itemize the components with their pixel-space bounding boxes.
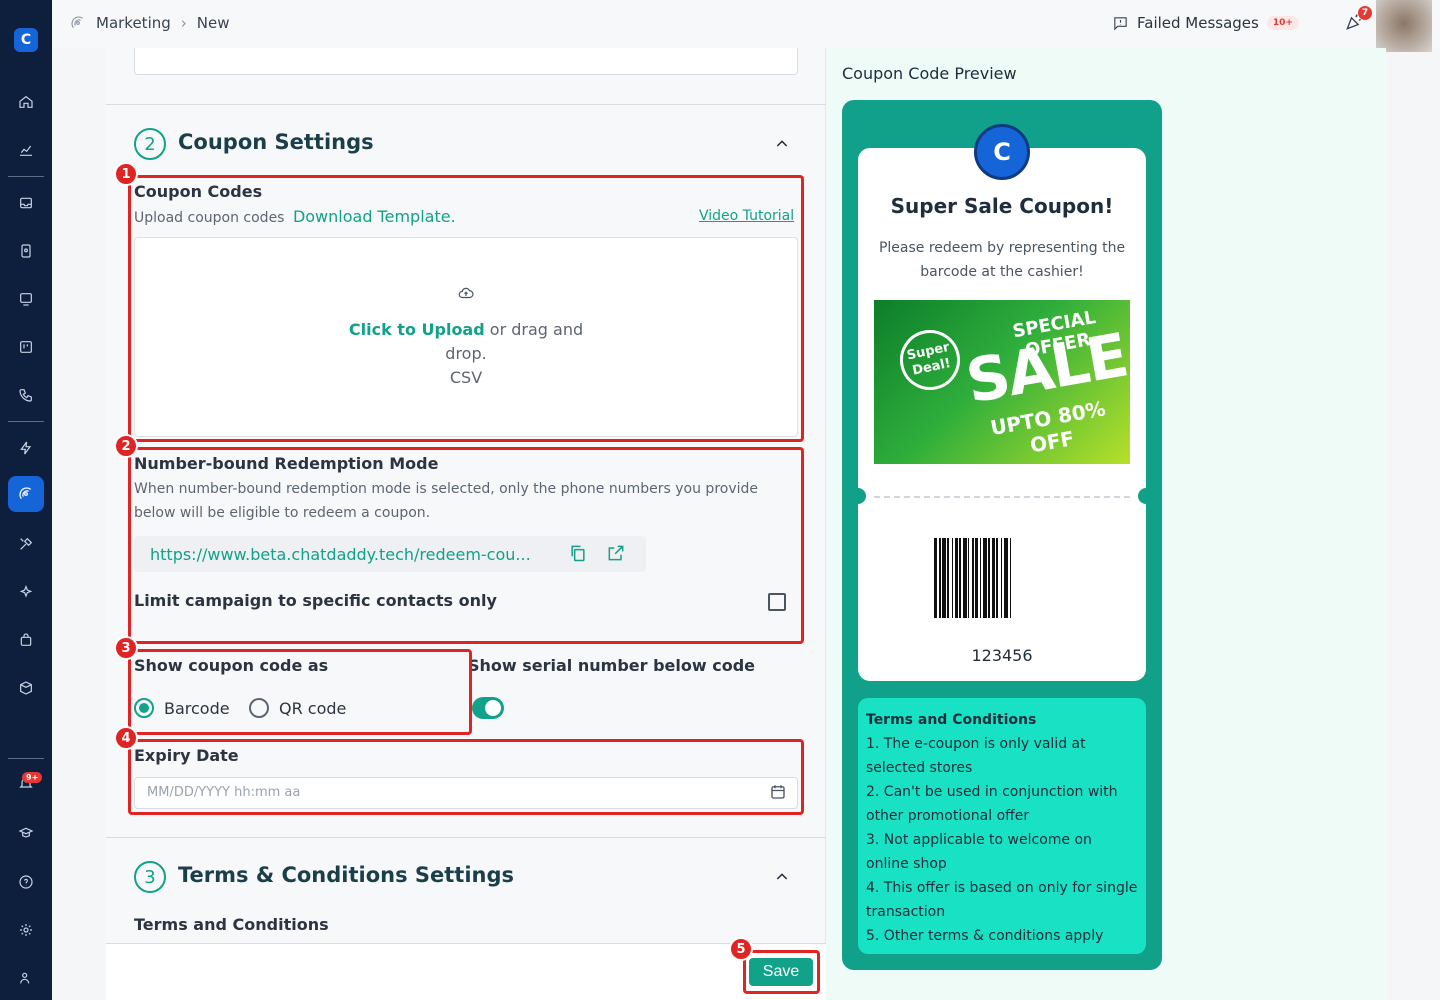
breadcrumb-current: New xyxy=(196,14,230,32)
serial-number-toggle[interactable] xyxy=(472,697,504,719)
coupon-preview-heading: Coupon Code Preview xyxy=(842,64,1017,83)
annotation-box-1 xyxy=(128,175,804,442)
collapse-coupon-settings-button[interactable] xyxy=(774,136,794,156)
ticket-notch-right xyxy=(1138,488,1154,504)
analytics-icon[interactable] xyxy=(8,132,44,168)
chevron-up-icon xyxy=(776,140,788,147)
previous-field-input[interactable] xyxy=(134,48,798,75)
package-icon[interactable] xyxy=(8,670,44,706)
avatar[interactable] xyxy=(1376,0,1432,52)
tools-icon[interactable] xyxy=(8,526,44,562)
ticket-notch-left xyxy=(850,488,866,504)
bell-icon[interactable] xyxy=(8,765,44,801)
academy-icon[interactable] xyxy=(8,815,44,851)
help-icon[interactable] xyxy=(8,864,44,900)
home-icon[interactable] xyxy=(8,84,44,120)
sidebar: C 9+ xyxy=(0,0,52,1000)
sidebar-divider xyxy=(8,421,44,422)
annotation-number-1: 1 xyxy=(114,162,138,186)
marketing-icon[interactable] xyxy=(8,476,44,512)
terms-line: 1. The e-coupon is only valid at xyxy=(866,736,1086,752)
sidebar-divider xyxy=(8,176,44,177)
annotation-number-5: 5 xyxy=(729,937,753,961)
annotation-number-2: 2 xyxy=(114,434,138,458)
marketing-broadcast-icon xyxy=(71,16,83,28)
contacts-icon[interactable] xyxy=(8,233,44,269)
ticket-perforation xyxy=(874,496,1130,498)
annotation-number-4: 4 xyxy=(114,726,138,750)
section-divider xyxy=(106,837,826,838)
coupon-preview-card: C Super Sale Coupon! Please redeem by re… xyxy=(842,100,1162,970)
brand-logo-icon: C xyxy=(974,124,1030,180)
super-deal-badge: Super Deal! xyxy=(894,324,966,396)
section-number: 3 xyxy=(134,861,166,893)
shop-icon[interactable] xyxy=(8,622,44,658)
annotation-box-3 xyxy=(128,649,472,735)
alerts-badge: 9+ xyxy=(22,772,43,783)
monitor-icon[interactable] xyxy=(8,281,44,317)
coupon-preview-panel: Coupon Code Preview C Super Sale Coupon!… xyxy=(826,48,1386,1000)
message-alert-icon xyxy=(1114,16,1127,31)
chevron-right-icon: › xyxy=(180,14,187,32)
terms-line: selected stores xyxy=(866,760,973,776)
terms-line: 2. Can't be used in conjunction with xyxy=(866,784,1118,800)
coupon-ticket: C Super Sale Coupon! Please redeem by re… xyxy=(850,124,1154,681)
terms-line: other promotional offer xyxy=(866,808,1030,824)
coupon-description: Please redeem by representing the barcod… xyxy=(878,240,1126,280)
failed-count-badge: 10+ xyxy=(1266,16,1299,30)
sale-banner-image: Super Deal! SPECIAL OFFER SALE UPTO 80% … xyxy=(874,300,1130,464)
breadcrumb-marketing[interactable]: Marketing xyxy=(96,14,171,32)
annotation-box-2 xyxy=(128,447,804,644)
terms-preview-box: Terms and Conditions 1. The e-coupon is … xyxy=(858,698,1146,954)
barcode-image xyxy=(934,538,1070,618)
terms-label: Terms and Conditions xyxy=(134,915,329,934)
ai-sparkle-icon[interactable] xyxy=(8,574,44,610)
collapse-terms-settings-button[interactable] xyxy=(774,869,794,889)
terms-line: 4. This offer is based on only for singl… xyxy=(866,880,1138,896)
failed-messages-label: Failed Messages xyxy=(1137,14,1259,32)
section-divider xyxy=(106,104,826,105)
terms-settings-title: Terms & Conditions Settings xyxy=(178,863,515,887)
annotation-box-5 xyxy=(743,950,820,994)
topbar: Marketing › New Failed Messages 10+ 7 xyxy=(52,0,1440,52)
automation-icon[interactable] xyxy=(8,430,44,466)
coupon-code-value: 123456 xyxy=(971,646,1033,665)
terms-line: 3. Not applicable to welcome on xyxy=(866,832,1092,848)
annotation-number-3: 3 xyxy=(114,636,138,660)
sidebar-divider xyxy=(8,758,44,759)
announcements-button[interactable]: 7 xyxy=(1344,6,1372,34)
coupon-title: Super Sale Coupon! xyxy=(890,194,1114,218)
annotation-box-4 xyxy=(128,739,804,815)
section-number: 2 xyxy=(134,128,166,160)
terms-line: transaction xyxy=(866,904,946,920)
show-serial-label: Show serial number below code xyxy=(468,656,755,675)
app-logo-icon[interactable]: C xyxy=(14,28,38,52)
notification-count-badge: 7 xyxy=(1358,6,1372,20)
terms-line: 5. Other terms & conditions apply xyxy=(866,928,1104,944)
user-settings-icon[interactable] xyxy=(8,960,44,996)
settings-gear-icon[interactable] xyxy=(8,912,44,948)
coupon-settings-title: Coupon Settings xyxy=(178,130,374,154)
barcode-stripe xyxy=(1011,538,1014,618)
terms-line: online shop xyxy=(866,856,947,872)
chevron-up-icon xyxy=(776,873,788,880)
terms-heading: Terms and Conditions xyxy=(866,712,1037,728)
phone-icon[interactable] xyxy=(8,377,44,413)
board-icon[interactable] xyxy=(8,329,44,365)
inbox-icon[interactable] xyxy=(8,185,44,221)
breadcrumb: Marketing › New xyxy=(70,14,229,32)
failed-messages-button[interactable]: Failed Messages 10+ xyxy=(1112,14,1299,32)
form-footer: Save xyxy=(106,943,826,1000)
